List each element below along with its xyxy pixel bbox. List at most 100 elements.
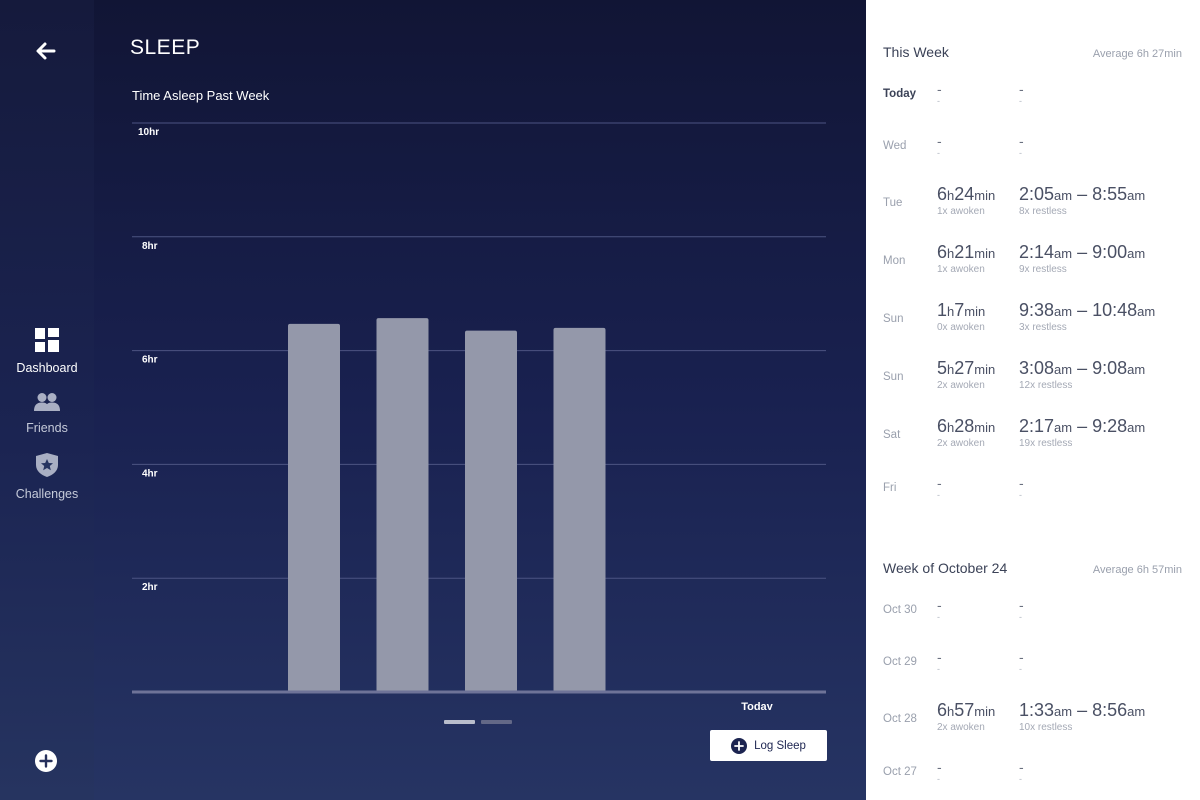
end-time: 9:28 (1092, 416, 1128, 436)
sleep-bar (376, 318, 429, 692)
day-label: Fri (883, 482, 897, 494)
end-ampm: am (1127, 704, 1146, 719)
sleep-bar-chart: 10hr 8hr 6hr 4hr 2hr Today (132, 122, 826, 710)
duration-hours: 6 (937, 184, 948, 204)
nav-item-friends[interactable]: Friends (0, 392, 94, 435)
sleep-log-panel: This Week Average 6h 27min Today - - - - Wed - - -… (866, 0, 1200, 800)
sleep-duration: 6h28min 2x awoken (937, 416, 996, 449)
day-label: Oct 28 (883, 713, 917, 725)
day-row[interactable]: Wed - - - - (866, 134, 1200, 184)
time-range-empty: -- (1019, 133, 1024, 158)
end-ampm: am (1127, 420, 1146, 435)
pager-dot[interactable] (481, 720, 512, 724)
back-arrow-icon[interactable] (33, 38, 59, 64)
day-row[interactable]: Oct 29 - - - - (866, 650, 1200, 700)
restless-count: 8x restless (1019, 206, 1067, 217)
challenges-icon (0, 452, 94, 483)
duration-minutes: 57 (954, 700, 975, 720)
day-label: Mon (883, 255, 906, 267)
restless-count: 9x restless (1019, 264, 1067, 275)
day-row[interactable]: Oct 30 - - - - (866, 598, 1200, 648)
sleep-bar (288, 323, 340, 692)
day-row[interactable]: Oct 27 - - - - (866, 760, 1200, 800)
day-row[interactable]: Sat 6h28min 2x awoken 2:17am – 9:28am 19x re… (866, 416, 1200, 466)
time-range-empty: -- (1019, 597, 1024, 622)
left-nav: Dashboard Friends Challenges (0, 0, 94, 800)
time-range-empty: -- (1019, 649, 1024, 674)
week-header: This Week Average 6h 27min (883, 44, 1182, 60)
start-time: 1:33 (1019, 700, 1055, 720)
day-label: Today (883, 88, 917, 100)
week-average: Average 6h 27min (1092, 48, 1182, 60)
y-tick-label: 2hr (142, 582, 158, 593)
plus-circle-icon (731, 737, 748, 754)
end-ampm: am (1137, 304, 1156, 319)
week-average: Average 6h 57min (1092, 564, 1182, 576)
day-label: Oct 30 (883, 604, 917, 616)
start-time: 2:05 (1019, 184, 1055, 204)
day-row[interactable]: Mon 6h21min 1x awoken 2:14am – 9:00am 9x res… (866, 242, 1200, 292)
sleep-duration: 5h27min 2x awoken (937, 358, 996, 391)
day-label: Oct 27 (883, 766, 917, 778)
start-ampm: am (1054, 704, 1073, 719)
duration-minutes: 21 (954, 242, 975, 262)
friends-icon (0, 392, 94, 417)
duration-empty: -- (937, 759, 942, 784)
start-ampm: am (1054, 304, 1073, 319)
duration-hours: 6 (937, 242, 948, 262)
time-range-empty: -- (1019, 81, 1024, 106)
sleep-bar (465, 330, 517, 692)
day-row[interactable]: Tue 6h24min 1x awoken 2:05am – 8:55am 8x res… (866, 184, 1200, 234)
nav-item-dashboard[interactable]: Dashboard (0, 328, 94, 375)
start-time: 3:08 (1019, 358, 1055, 378)
day-label: Wed (883, 140, 907, 152)
chart-title: Time Asleep Past Week (132, 88, 270, 103)
main-area: SLEEP Time Asleep Past Week 10hr 8hr 6hr 4h… (94, 0, 866, 800)
day-row[interactable]: Oct 28 6h57min 2x awoken 1:33am – 8:56am 10x… (866, 700, 1200, 750)
end-time: 9:00 (1092, 242, 1128, 262)
day-label: Sun (883, 371, 904, 383)
start-ampm: am (1054, 246, 1073, 261)
y-tick-label: 6hr (142, 355, 158, 366)
restless-count: 10x restless (1019, 722, 1073, 733)
day-row[interactable]: Fri - - - - (866, 476, 1200, 526)
nav-item-challenges[interactable]: Challenges (0, 452, 94, 501)
start-time: 2:14 (1019, 242, 1055, 262)
time-range-empty: -- (1019, 759, 1024, 784)
week-header: Week of October 24 Average 6h 57min (883, 560, 1182, 576)
duration-empty: -- (937, 649, 942, 674)
start-ampm: am (1054, 188, 1073, 203)
y-tick-label: 10hr (138, 127, 159, 138)
duration-empty: -- (937, 81, 942, 106)
day-row[interactable]: Sun 5h27min 2x awoken 3:08am – 9:08am 12x re… (866, 358, 1200, 408)
day-label: Oct 29 (883, 656, 917, 668)
log-sleep-button[interactable]: Log Sleep (710, 730, 827, 761)
restless-count: 3x restless (1019, 322, 1067, 333)
sleep-duration: 6h24min 1x awoken (937, 184, 996, 217)
duration-minutes: 28 (954, 416, 975, 436)
duration-minutes: 24 (954, 184, 975, 204)
end-time: 8:55 (1092, 184, 1128, 204)
start-ampm: am (1054, 362, 1073, 377)
day-label: Sat (883, 429, 901, 441)
sleep-time-range: 9:38am – 10:48am 3x restless (1019, 300, 1156, 333)
sleep-duration: 6h57min 2x awoken (937, 700, 996, 733)
pager-dot[interactable] (444, 720, 475, 724)
sleep-time-range: 1:33am – 8:56am 10x restless (1019, 700, 1146, 733)
day-row[interactable]: Today - - - - (866, 82, 1200, 132)
duration-empty: -- (937, 475, 942, 500)
sleep-duration: 6h21min 1x awoken (937, 242, 996, 275)
start-ampm: am (1054, 420, 1073, 435)
sleep-bar (553, 327, 606, 692)
awoken-count: 0x awoken (937, 322, 985, 333)
time-range-empty: -- (1019, 475, 1024, 500)
add-icon[interactable] (35, 750, 57, 772)
awoken-count: 1x awoken (937, 264, 985, 275)
week-title: Week of October 24 (883, 560, 1008, 576)
nav-item-label: Dashboard (16, 361, 78, 375)
week-title: This Week (883, 44, 949, 60)
chart-pager[interactable] (444, 711, 518, 729)
sleep-time-range: 2:05am – 8:55am 8x restless (1019, 184, 1146, 217)
day-row[interactable]: Sun 1h7min 0x awoken 9:38am – 10:48am 3x res… (866, 300, 1200, 350)
sleep-duration: 1h7min 0x awoken (937, 300, 986, 333)
